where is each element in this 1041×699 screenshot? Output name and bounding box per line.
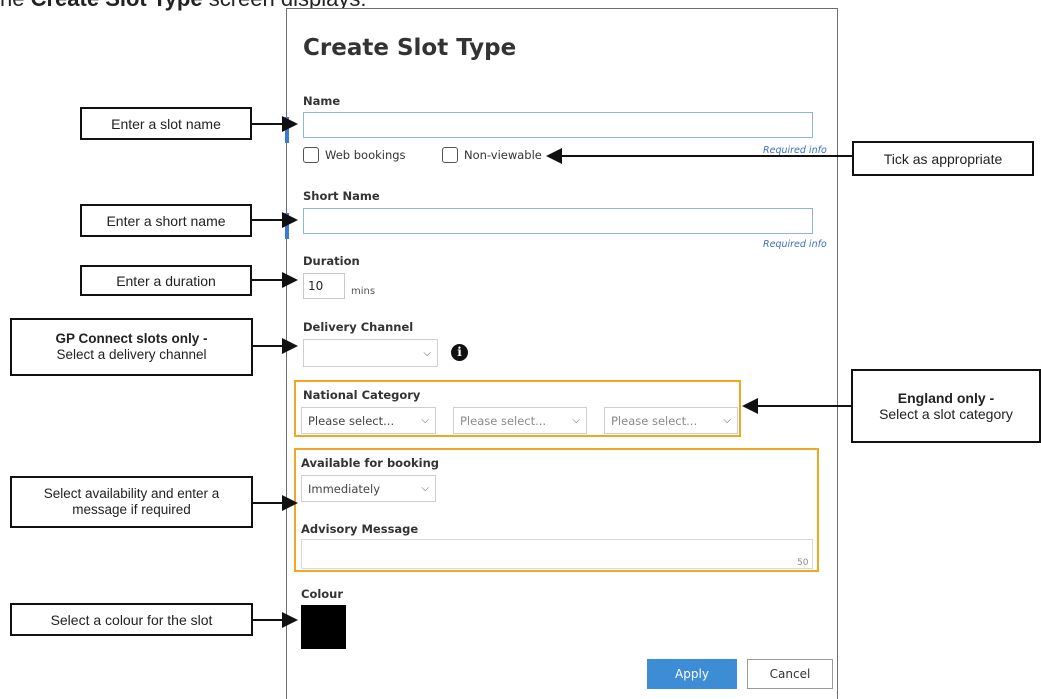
callout-arrows: [252, 116, 852, 628]
